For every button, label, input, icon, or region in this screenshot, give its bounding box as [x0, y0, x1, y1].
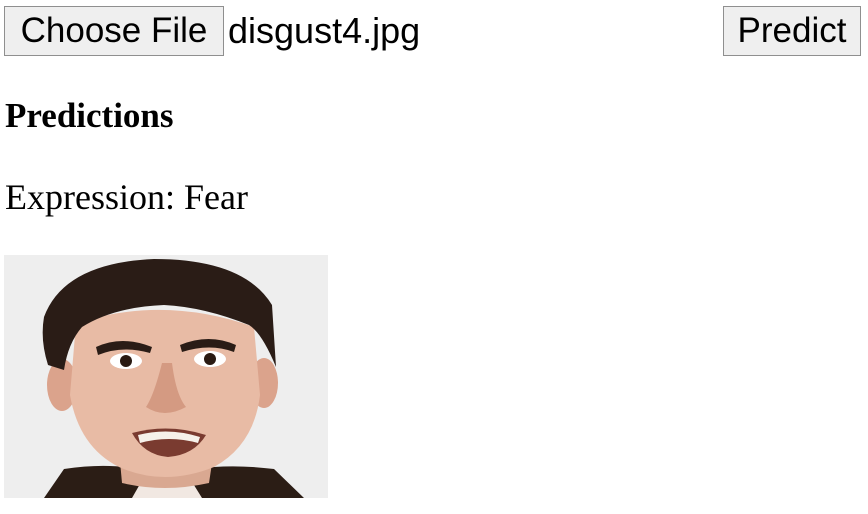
expression-value: Fear	[183, 177, 248, 217]
upload-row: Choose File disgust4.jpg Predict	[4, 6, 862, 58]
uploaded-face-photo	[4, 255, 328, 498]
expression-result: Expression: Fear	[5, 175, 248, 219]
selected-file-name: disgust4.jpg	[228, 10, 421, 51]
face-illustration	[4, 255, 328, 498]
choose-file-button[interactable]: Choose File	[4, 6, 224, 56]
predict-button[interactable]: Predict	[723, 6, 861, 56]
expression-label: Expression:	[5, 177, 175, 217]
predictions-heading: Predictions	[5, 96, 174, 135]
